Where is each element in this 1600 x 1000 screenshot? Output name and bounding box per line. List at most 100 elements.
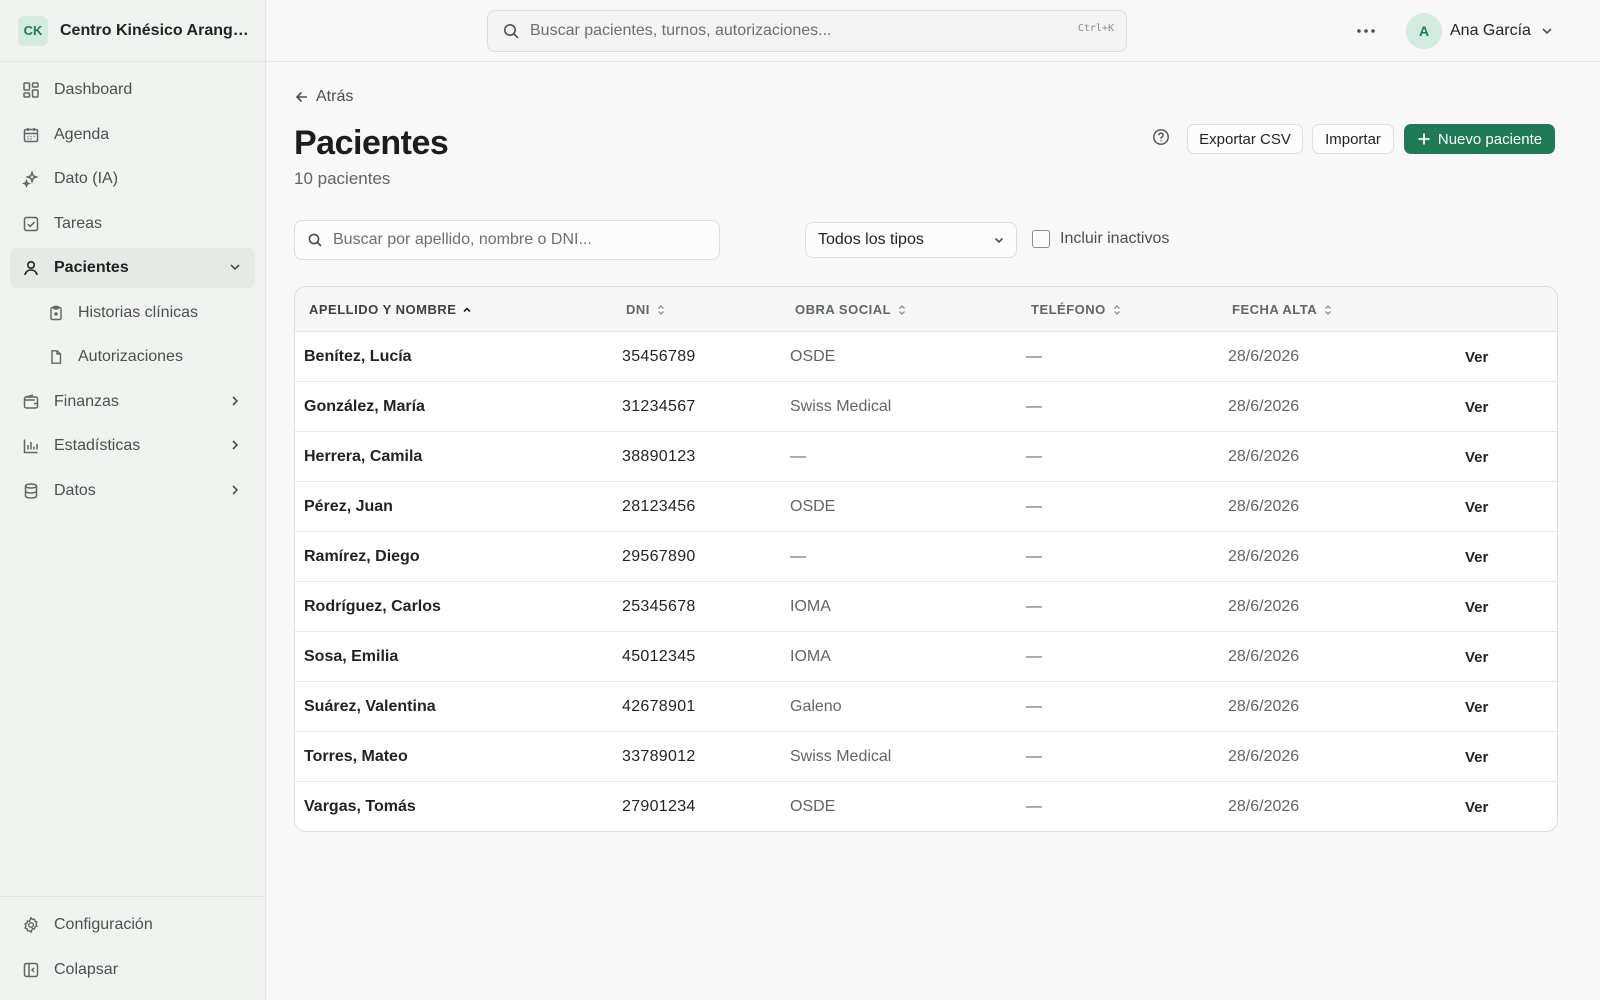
column-header-fecha-alta[interactable]: FECHA ALTA <box>1232 302 1333 317</box>
patient-name: Torres, Mateo <box>304 748 408 765</box>
column-header-dni[interactable]: DNI <box>626 302 666 317</box>
patient-dni: 45012345 <box>622 648 696 665</box>
export-csv-button[interactable]: Exportar CSV <box>1187 124 1303 154</box>
patient-dni: 28123456 <box>622 498 696 515</box>
sidebar-item-configuracion[interactable]: Configuración <box>10 905 255 945</box>
sidebar-item-finanzas[interactable]: Finanzas <box>10 382 255 422</box>
topbar: Buscar pacientes, turnos, autorizaciones… <box>266 0 1600 62</box>
global-search-input[interactable]: Buscar pacientes, turnos, autorizaciones… <box>487 10 1127 52</box>
user-name: Ana García <box>1450 22 1531 39</box>
column-header-label: DNI <box>626 302 650 317</box>
patient-search-field[interactable] <box>294 220 720 260</box>
table-body: Benítez, Lucía 35456789 OSDE — 28/6/2026… <box>295 332 1557 831</box>
search-icon <box>502 22 520 40</box>
patient-name: Suárez, Valentina <box>304 698 436 715</box>
patient-count: 10 pacientes <box>294 169 391 188</box>
chevron-right-icon[interactable] <box>227 437 243 453</box>
sidebar-item-label: Tareas <box>54 214 103 232</box>
patient-dni: 25345678 <box>622 598 696 615</box>
patient-fecha-alta: 28/6/2026 <box>1228 698 1300 715</box>
view-patient-link[interactable]: Ver <box>1465 399 1488 416</box>
bar-chart-icon <box>22 437 40 455</box>
table-row[interactable]: González, María 31234567 Swiss Medical —… <box>295 382 1557 432</box>
chevron-right-icon[interactable] <box>227 482 243 498</box>
view-patient-link[interactable]: Ver <box>1465 499 1488 516</box>
table-row[interactable]: Vargas, Tomás 27901234 OSDE — 28/6/2026 … <box>295 782 1557 831</box>
sidebar-item-colapsar[interactable]: Colapsar <box>10 950 255 990</box>
view-patient-link[interactable]: Ver <box>1465 649 1488 666</box>
sidebar-item-tareas[interactable]: Tareas <box>10 204 255 244</box>
patient-obra-social: OSDE <box>790 798 836 815</box>
brand-logo: CK <box>18 15 48 46</box>
view-patient-link[interactable]: Ver <box>1465 749 1488 766</box>
table-row[interactable]: Ramírez, Diego 29567890 — — 28/6/2026 Ve… <box>295 532 1557 582</box>
sidebar-item-dato-ia[interactable]: Dato (IA) <box>10 159 255 199</box>
table-row[interactable]: Sosa, Emilia 45012345 IOMA — 28/6/2026 V… <box>295 632 1557 682</box>
arrow-left-icon <box>294 89 310 105</box>
sidebar-item-label: Autorizaciones <box>78 348 183 365</box>
patient-search-input[interactable] <box>333 231 703 249</box>
patient-obra-social: IOMA <box>790 648 831 665</box>
type-filter-select[interactable]: Todos los tipos <box>805 222 1017 258</box>
patient-fecha-alta: 28/6/2026 <box>1228 348 1300 365</box>
more-options-icon[interactable] <box>1354 19 1378 43</box>
patient-dni: 27901234 <box>622 798 696 815</box>
sidebar-item-datos[interactable]: Datos <box>10 471 255 511</box>
chevron-down-icon <box>1539 23 1555 39</box>
chevron-right-icon[interactable] <box>227 393 243 409</box>
patient-obra-social: OSDE <box>790 348 836 365</box>
sidebar-item-pacientes[interactable]: Pacientes <box>10 248 255 288</box>
patient-telefono: — <box>1026 398 1042 415</box>
type-filter-value: Todos los tipos <box>818 231 924 248</box>
patient-obra-social: IOMA <box>790 598 831 615</box>
page-title: Pacientes <box>294 124 449 162</box>
patient-dni: 35456789 <box>622 348 696 365</box>
back-label: Atrás <box>316 88 354 105</box>
sidebar-item-autorizaciones[interactable]: Autorizaciones <box>10 337 255 377</box>
table-row[interactable]: Torres, Mateo 33789012 Swiss Medical — 2… <box>295 732 1557 782</box>
sidebar-item-historias-clinicas[interactable]: Historias clínicas <box>10 293 255 333</box>
sort-icon <box>1112 304 1122 316</box>
sort-icon <box>897 304 907 316</box>
table-row[interactable]: Benítez, Lucía 35456789 OSDE — 28/6/2026… <box>295 332 1557 382</box>
table-row[interactable]: Suárez, Valentina 42678901 Galeno — 28/6… <box>295 682 1557 732</box>
sidebar-item-dashboard[interactable]: Dashboard <box>10 70 255 110</box>
patient-obra-social: Swiss Medical <box>790 748 892 765</box>
table-row[interactable]: Pérez, Juan 28123456 OSDE — 28/6/2026 Ve… <box>295 482 1557 532</box>
include-inactive-toggle[interactable]: Incluir inactivos <box>1032 230 1169 248</box>
chevron-down-icon[interactable] <box>227 259 243 275</box>
import-button[interactable]: Importar <box>1312 124 1394 154</box>
view-patient-link[interactable]: Ver <box>1465 449 1488 466</box>
dashboard-icon <box>22 81 40 99</box>
user-menu[interactable]: A Ana García <box>1406 13 1555 49</box>
column-header-telefono[interactable]: TELÉFONO <box>1031 302 1122 317</box>
back-link[interactable]: Atrás <box>294 88 353 106</box>
view-patient-link[interactable]: Ver <box>1465 549 1488 566</box>
view-patient-link[interactable]: Ver <box>1465 799 1488 816</box>
table-row[interactable]: Rodríguez, Carlos 25345678 IOMA — 28/6/2… <box>295 582 1557 632</box>
column-header-label: FECHA ALTA <box>1232 302 1318 317</box>
clipboard-icon <box>48 305 64 321</box>
patient-fecha-alta: 28/6/2026 <box>1228 598 1300 615</box>
plus-icon <box>1417 132 1431 146</box>
column-header-obra-social[interactable]: OBRA SOCIAL <box>795 302 907 317</box>
sidebar-item-agenda[interactable]: Agenda <box>10 115 255 155</box>
file-icon <box>48 349 64 365</box>
view-patient-link[interactable]: Ver <box>1465 699 1488 716</box>
patient-name: González, María <box>304 398 425 415</box>
column-header-nombre[interactable]: APELLIDO Y NOMBRE <box>309 302 472 317</box>
include-inactive-label: Incluir inactivos <box>1060 230 1170 247</box>
help-icon[interactable] <box>1152 128 1170 146</box>
brand[interactable]: CK Centro Kinésico Arangu... <box>0 0 265 62</box>
view-patient-link[interactable]: Ver <box>1465 599 1488 616</box>
sidebar-item-estadisticas[interactable]: Estadísticas <box>10 426 255 466</box>
new-patient-button[interactable]: Nuevo paciente <box>1404 124 1555 154</box>
include-inactive-checkbox[interactable] <box>1032 230 1050 248</box>
table-row[interactable]: Herrera, Camila 38890123 — — 28/6/2026 V… <box>295 432 1557 482</box>
column-header-label: OBRA SOCIAL <box>795 302 892 317</box>
checkbox-icon <box>22 215 40 233</box>
patient-telefono: — <box>1026 648 1042 665</box>
patient-name: Pérez, Juan <box>304 498 393 515</box>
view-patient-link[interactable]: Ver <box>1465 349 1488 366</box>
global-search-placeholder: Buscar pacientes, turnos, autorizaciones… <box>530 22 832 39</box>
